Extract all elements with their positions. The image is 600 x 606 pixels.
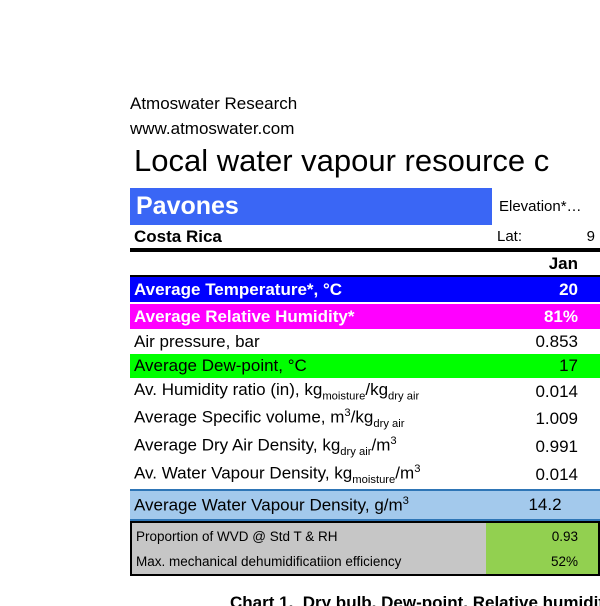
- row-value: 0.93: [486, 523, 598, 549]
- data-table: Pavones Elevation*… Costa Rica Lat: 9 Ja…: [130, 188, 600, 576]
- row-value: 0.014: [490, 465, 600, 485]
- row-value: 14.2: [490, 495, 600, 515]
- table-row-avg-dew-point: Average Dew-point, °C 17: [130, 354, 600, 378]
- latitude-value: 9: [587, 228, 595, 245]
- row-label: Average Relative Humidity*: [130, 307, 490, 327]
- table-row-wvd-proportion: Proportion of WVD @ Std T & RH 0.93: [132, 523, 598, 549]
- latitude-label: Lat:: [497, 228, 522, 245]
- row-label: Average Water Vapour Density, g/m3: [130, 495, 490, 516]
- elevation-label: Elevation*…: [492, 198, 600, 215]
- location-name: Pavones: [130, 192, 239, 221]
- row-value: 0.991: [490, 437, 600, 457]
- row-value: 20: [490, 280, 600, 300]
- table-row-water-vapour-density-g: Average Water Vapour Density, g/m3 14.2: [130, 489, 600, 521]
- row-label: Air pressure, bar: [130, 332, 490, 352]
- table-row-water-vapour-density-kg: Av. Water Vapour Density, kgmoisture/m3 …: [130, 461, 600, 489]
- row-label: Proportion of WVD @ Std T & RH: [132, 529, 486, 544]
- row-label: Average Specific volume, m3/kgdry air: [130, 407, 490, 430]
- table-row-avg-temperature: Average Temperature*, °C 20: [130, 277, 600, 302]
- chart-caption: Chart 1. Dry bulb, Dew-point, Relative h…: [230, 593, 600, 606]
- row-value: 1.009: [490, 409, 600, 429]
- row-label: Average Dry Air Density, kgdry air/m3: [130, 435, 490, 458]
- table-row-air-pressure: Air pressure, bar 0.853: [130, 329, 600, 354]
- row-value: 0.853: [490, 332, 600, 352]
- derived-metrics-box: Proportion of WVD @ Std T & RH 0.93 Max.…: [130, 521, 600, 576]
- table-row-dehumidification-efficiency: Max. mechanical dehumidificatiion effici…: [132, 549, 598, 574]
- row-label: Av. Water Vapour Density, kgmoisture/m3: [130, 463, 490, 486]
- location-banner: Pavones: [130, 188, 492, 225]
- row-label: Av. Humidity ratio (in), kgmoisture/kgdr…: [130, 380, 490, 402]
- country-name: Costa Rica: [130, 227, 490, 247]
- table-row-dry-air-density: Average Dry Air Density, kgdry air/m3 0.…: [130, 433, 600, 461]
- table-row-avg-relative-humidity: Average Relative Humidity* 81%: [130, 304, 600, 329]
- row-value: 0.014: [490, 382, 600, 402]
- month-header-jan: Jan: [490, 254, 600, 274]
- location-banner-row: Pavones Elevation*…: [130, 188, 600, 225]
- row-value: 52%: [486, 549, 598, 574]
- row-label: Max. mechanical dehumidificatiion effici…: [132, 554, 486, 569]
- row-value: 17: [490, 356, 600, 376]
- row-label: Average Dew-point, °C: [130, 356, 490, 376]
- page-title: Local water vapour resource c: [134, 143, 549, 179]
- country-row: Costa Rica Lat: 9: [130, 225, 600, 252]
- table-row-specific-volume: Average Specific volume, m3/kgdry air 1.…: [130, 405, 600, 433]
- table-row-humidity-ratio: Av. Humidity ratio (in), kgmoisture/kgdr…: [130, 378, 600, 405]
- month-header-row: Jan: [130, 252, 600, 277]
- document-page: Atmoswater Research www.atmoswater.com L…: [0, 0, 600, 606]
- org-block: Atmoswater Research www.atmoswater.com: [130, 91, 297, 141]
- latitude-cell: Lat: 9: [490, 228, 600, 245]
- org-name: Atmoswater Research: [130, 91, 297, 116]
- row-value: 81%: [490, 307, 600, 327]
- org-url: www.atmoswater.com: [130, 116, 297, 141]
- row-label: Average Temperature*, °C: [130, 280, 490, 300]
